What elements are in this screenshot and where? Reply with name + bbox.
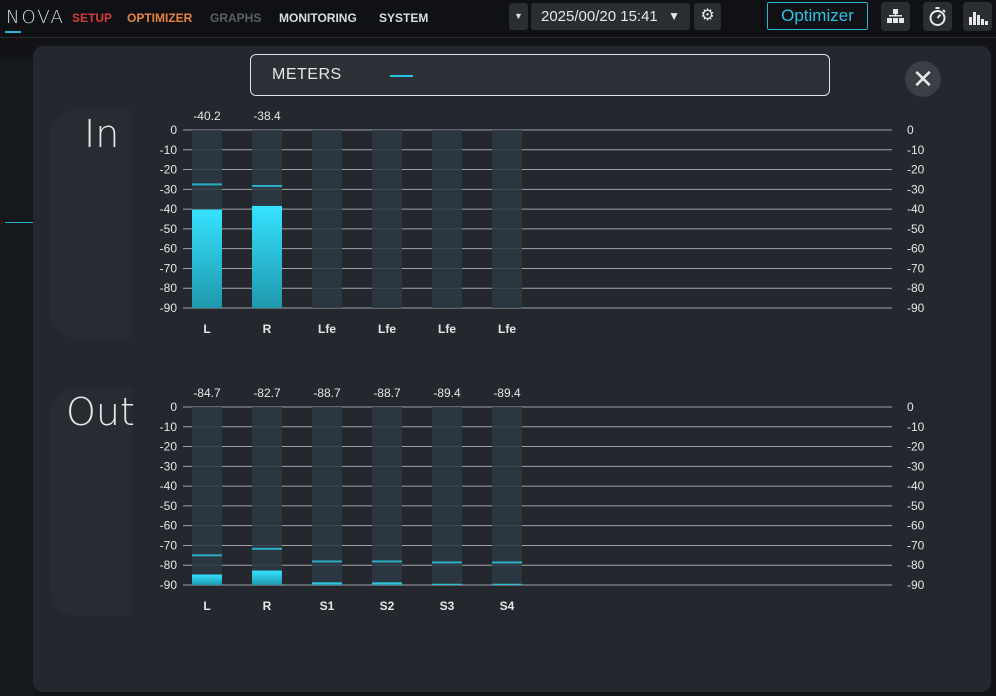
in-meter-bar <box>192 209 222 308</box>
out-scale-right-tick: -50 <box>907 499 925 513</box>
out-scale-right-tick: -20 <box>907 440 925 454</box>
out-meter-bar <box>432 583 462 585</box>
in-scale-left-tick: -20 <box>160 163 178 177</box>
out-scale-right-tick: -90 <box>907 578 925 592</box>
in-channel-label: Lfe <box>438 322 456 336</box>
in-scale-left-tick: -40 <box>160 202 178 216</box>
out-meter-bar <box>192 574 222 585</box>
out-scale-left-tick: -80 <box>160 558 178 572</box>
in-peak-hold <box>192 183 222 186</box>
in-scale-right-tick: -30 <box>907 182 925 196</box>
in-scale-right-tick: -90 <box>907 301 925 315</box>
out-scale-right-tick: -10 <box>907 420 925 434</box>
out-level-readout: -88.7 <box>313 386 341 400</box>
out-scale-left-tick: -90 <box>160 578 178 592</box>
in-scale-left-tick: -60 <box>160 242 178 256</box>
meters-display: 0 0 -10 -10 -20 -20 -30 -30 -40 -40 -50 -50 -60 -60 -7… <box>160 109 925 613</box>
out-channel-label: S3 <box>440 599 455 613</box>
out-peak-hold <box>492 561 522 564</box>
in-meter-track <box>312 130 342 308</box>
out-meter-bar <box>372 582 402 585</box>
out-channel-label: S4 <box>500 599 515 613</box>
in-meter-track <box>492 130 522 308</box>
out-scale-right-tick: -30 <box>907 459 925 473</box>
out-meter-bar <box>252 570 282 585</box>
out-scale-left-tick: -50 <box>160 499 178 513</box>
in-scale-left-tick: -70 <box>160 261 178 275</box>
in-scale-left-tick: 0 <box>170 123 177 137</box>
out-level-readout: -88.7 <box>373 386 401 400</box>
out-scale-right-tick: -60 <box>907 519 925 533</box>
in-channel-label: L <box>203 322 210 336</box>
in-scale-left-tick: -50 <box>160 222 178 236</box>
in-scale-right-tick: -20 <box>907 163 925 177</box>
in-level-readout: -40.2 <box>193 109 221 123</box>
out-meter-bar <box>492 583 522 585</box>
out-level-readout: -82.7 <box>253 386 281 400</box>
in-scale-left-tick: -10 <box>160 143 178 157</box>
in-meter-track <box>432 130 462 308</box>
in-scale-right-tick: -60 <box>907 242 925 256</box>
in-channel-label: Lfe <box>378 322 396 336</box>
out-scale-right-tick: 0 <box>907 400 914 414</box>
out-channel-label: S2 <box>380 599 395 613</box>
out-scale-left-tick: -40 <box>160 479 178 493</box>
out-level-readout: -84.7 <box>193 386 221 400</box>
out-scale-right-tick: -40 <box>907 479 925 493</box>
out-scale-right-tick: -80 <box>907 558 925 572</box>
out-scale-left-tick: 0 <box>170 400 177 414</box>
in-scale-right-tick: -10 <box>907 143 925 157</box>
out-scale-left-tick: -70 <box>160 538 178 552</box>
in-level-readout: -38.4 <box>253 109 281 123</box>
out-scale-left-tick: -60 <box>160 519 178 533</box>
in-scale-left-tick: -30 <box>160 182 178 196</box>
out-scale-left-tick: -20 <box>160 440 178 454</box>
out-channel-label: R <box>263 599 272 613</box>
in-scale-right-tick: 0 <box>907 123 914 137</box>
out-peak-hold <box>192 554 222 557</box>
out-meter-track <box>252 407 282 585</box>
in-scale-right-tick: -50 <box>907 222 925 236</box>
out-meter-track <box>492 407 522 585</box>
out-peak-hold <box>252 547 282 550</box>
in-scale-left-tick: -90 <box>160 301 178 315</box>
out-meter-track <box>372 407 402 585</box>
out-meter-track <box>312 407 342 585</box>
in-channel-label: Lfe <box>318 322 336 336</box>
out-scale-right-tick: -70 <box>907 538 925 552</box>
in-channel-label: R <box>263 322 272 336</box>
out-peak-hold <box>432 561 462 564</box>
in-scale-right-tick: -80 <box>907 281 925 295</box>
in-meter-track <box>372 130 402 308</box>
out-channel-label: L <box>203 599 210 613</box>
in-meter-bar <box>252 205 282 308</box>
out-level-readout: -89.4 <box>493 386 521 400</box>
out-channel-label: S1 <box>320 599 335 613</box>
in-peak-hold <box>252 184 282 187</box>
out-meter-track <box>432 407 462 585</box>
out-meter-track <box>192 407 222 585</box>
out-scale-left-tick: -10 <box>160 420 178 434</box>
out-meter-bar <box>312 582 342 585</box>
out-peak-hold <box>312 560 342 563</box>
out-level-readout: -89.4 <box>433 386 461 400</box>
in-channel-label: Lfe <box>498 322 516 336</box>
out-scale-left-tick: -30 <box>160 459 178 473</box>
in-scale-right-tick: -40 <box>907 202 925 216</box>
in-scale-left-tick: -80 <box>160 281 178 295</box>
in-scale-right-tick: -70 <box>907 261 925 275</box>
out-peak-hold <box>372 560 402 563</box>
